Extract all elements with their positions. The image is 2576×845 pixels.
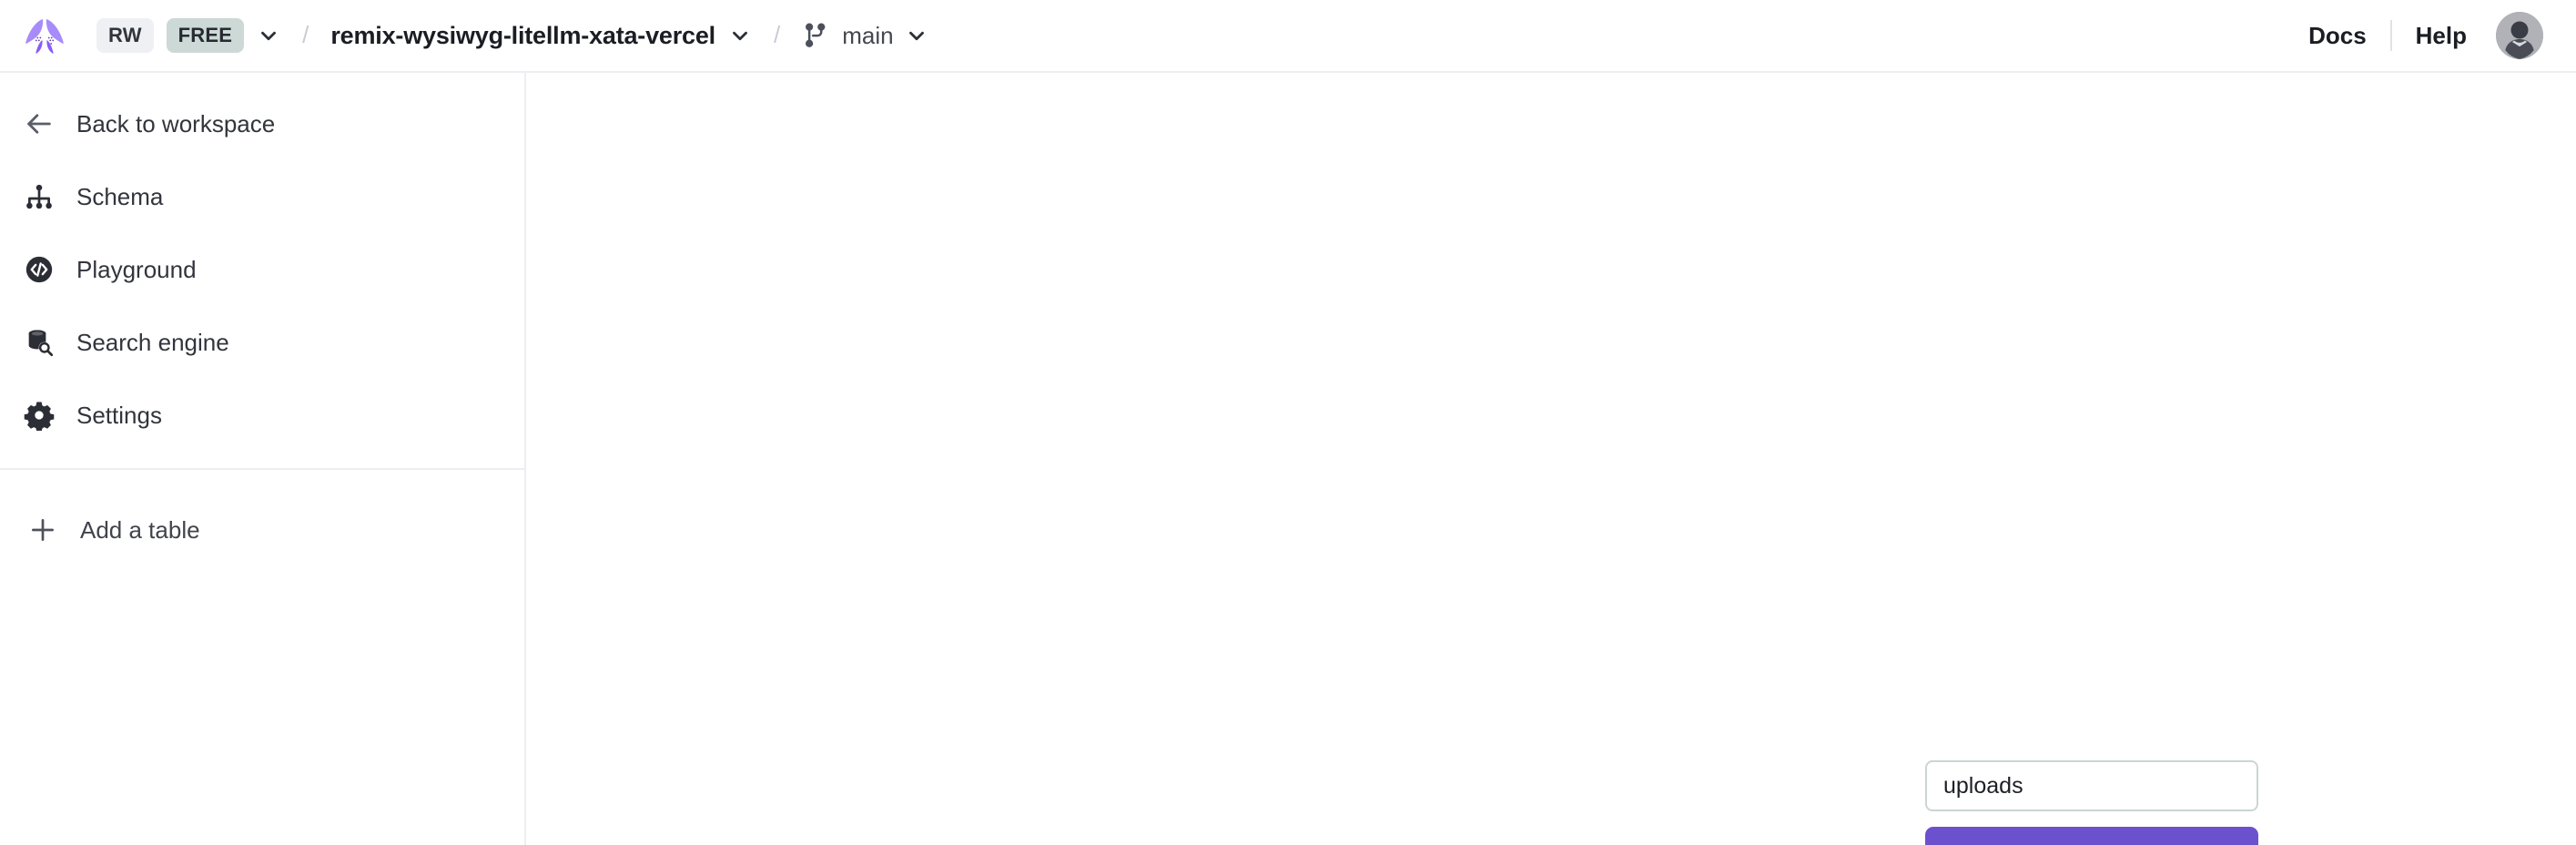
code-brackets-circle-icon <box>24 254 55 285</box>
sidebar-item-playground[interactable]: Playground <box>0 233 524 306</box>
database-search-icon <box>24 327 55 358</box>
sidebar-nav-group: Back to workspace Schema Playground Sear… <box>0 73 524 468</box>
header-divider <box>2389 20 2392 51</box>
sidebar-item-search-engine[interactable]: Search engine <box>0 306 524 379</box>
sidebar-item-label: Search engine <box>76 328 229 356</box>
sidebar-item-label: Add a table <box>80 515 200 544</box>
gear-icon <box>24 400 55 431</box>
add-table-button[interactable]: Add table <box>1925 827 2258 845</box>
schema-hierarchy-icon <box>24 181 55 212</box>
table-name-input[interactable] <box>1925 760 2258 811</box>
breadcrumb-database-name[interactable]: remix-wysiwyg-litellm-xata-vercel <box>330 22 715 50</box>
docs-link[interactable]: Docs <box>2308 22 2367 50</box>
workspace-chevron-down-icon[interactable] <box>257 24 280 47</box>
left-sidebar: Back to workspace Schema Playground Sear… <box>0 73 526 845</box>
branch-chevron-down-icon[interactable] <box>905 24 928 47</box>
app-body: Back to workspace Schema Playground Sear… <box>0 73 2576 845</box>
breadcrumb-branch-name[interactable]: main <box>842 22 893 50</box>
workspace-initials-badge[interactable]: RW <box>96 18 154 53</box>
plus-icon <box>27 514 58 545</box>
xata-butterfly-logo-icon[interactable] <box>24 17 66 54</box>
sidebar-item-add-a-table[interactable]: Add a table <box>0 494 524 566</box>
sidebar-item-label: Schema <box>76 182 164 210</box>
sidebar-item-label: Playground <box>76 255 197 283</box>
sidebar-tables-group: Add a table <box>0 468 524 583</box>
main-content: Add table <box>526 73 2576 845</box>
plan-badge[interactable]: FREE <box>166 18 245 53</box>
sidebar-item-back-to-workspace[interactable]: Back to workspace <box>0 87 524 160</box>
git-branch-icon <box>802 22 829 49</box>
breadcrumb-separator-2: / <box>773 21 781 48</box>
user-avatar[interactable] <box>2496 12 2543 59</box>
top-header: RW FREE / remix-wysiwyg-litellm-xata-ver… <box>0 0 2576 73</box>
arrow-left-icon <box>24 108 55 139</box>
header-breadcrumb-area: RW FREE / remix-wysiwyg-litellm-xata-ver… <box>24 17 2308 54</box>
sidebar-item-settings[interactable]: Settings <box>0 379 524 452</box>
breadcrumb-separator-1: / <box>302 21 309 48</box>
sidebar-item-schema[interactable]: Schema <box>0 160 524 233</box>
help-link[interactable]: Help <box>2416 22 2467 50</box>
database-chevron-down-icon[interactable] <box>728 24 752 47</box>
header-actions: Docs Help <box>2308 12 2543 59</box>
sidebar-item-label: Back to workspace <box>76 109 276 137</box>
sidebar-item-label: Settings <box>76 401 162 429</box>
add-table-form: Add table <box>1925 760 2258 845</box>
